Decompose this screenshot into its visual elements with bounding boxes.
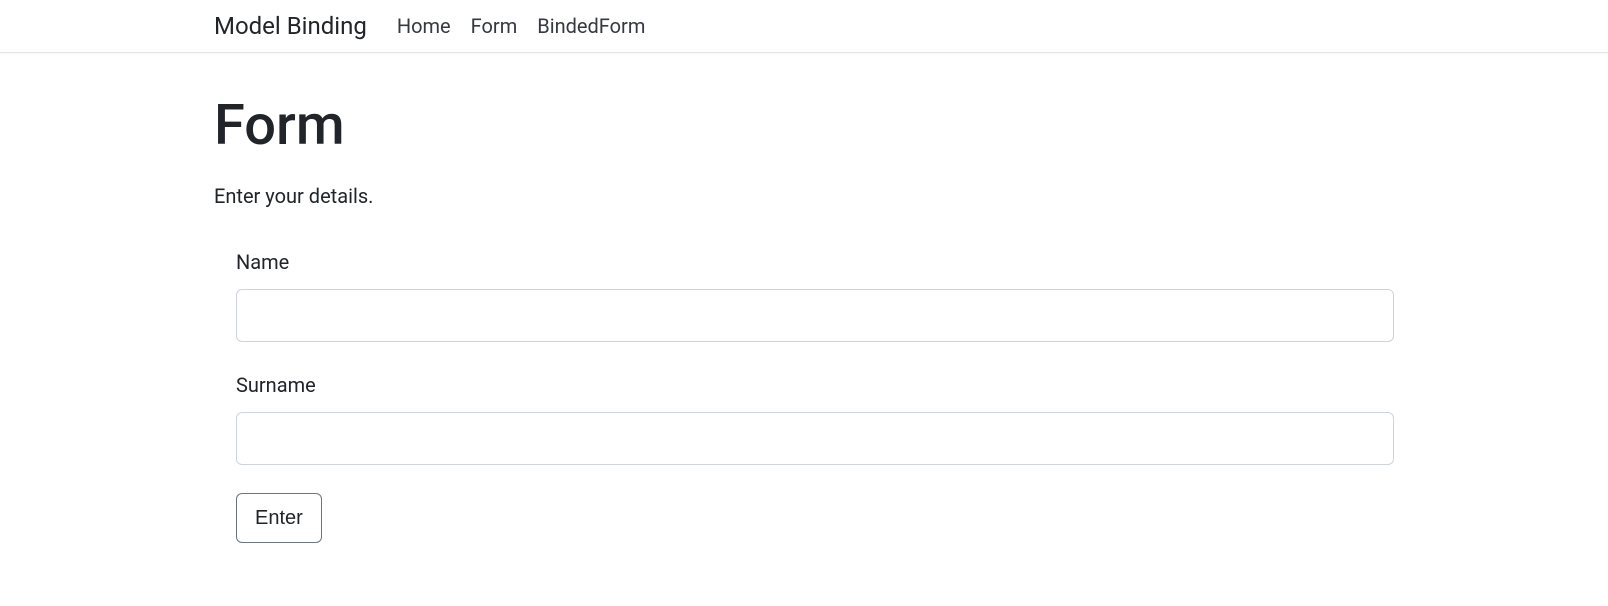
enter-button[interactable]: Enter: [236, 493, 322, 543]
form-group-name: Name: [236, 247, 1394, 342]
surname-label: Surname: [236, 370, 1394, 400]
form-group-surname: Surname: [236, 370, 1394, 465]
navbar-brand[interactable]: Model Binding: [214, 8, 367, 44]
nav-link-bindedform[interactable]: BindedForm: [537, 11, 645, 41]
navbar-inner: Model Binding Home Form BindedForm: [104, 8, 1504, 44]
navbar: Model Binding Home Form BindedForm: [0, 0, 1608, 53]
form-section: Name Surname Enter: [214, 247, 1394, 543]
nav-link-form[interactable]: Form: [471, 11, 518, 41]
nav-link-home[interactable]: Home: [397, 11, 451, 41]
surname-input[interactable]: [236, 412, 1394, 465]
nav-links: Home Form BindedForm: [397, 11, 646, 41]
page-title: Form: [214, 83, 1394, 167]
name-input[interactable]: [236, 289, 1394, 342]
name-label: Name: [236, 247, 1394, 277]
main-content: Form Enter your details. Name Surname En…: [104, 53, 1504, 583]
page-subtitle: Enter your details.: [214, 181, 1394, 211]
